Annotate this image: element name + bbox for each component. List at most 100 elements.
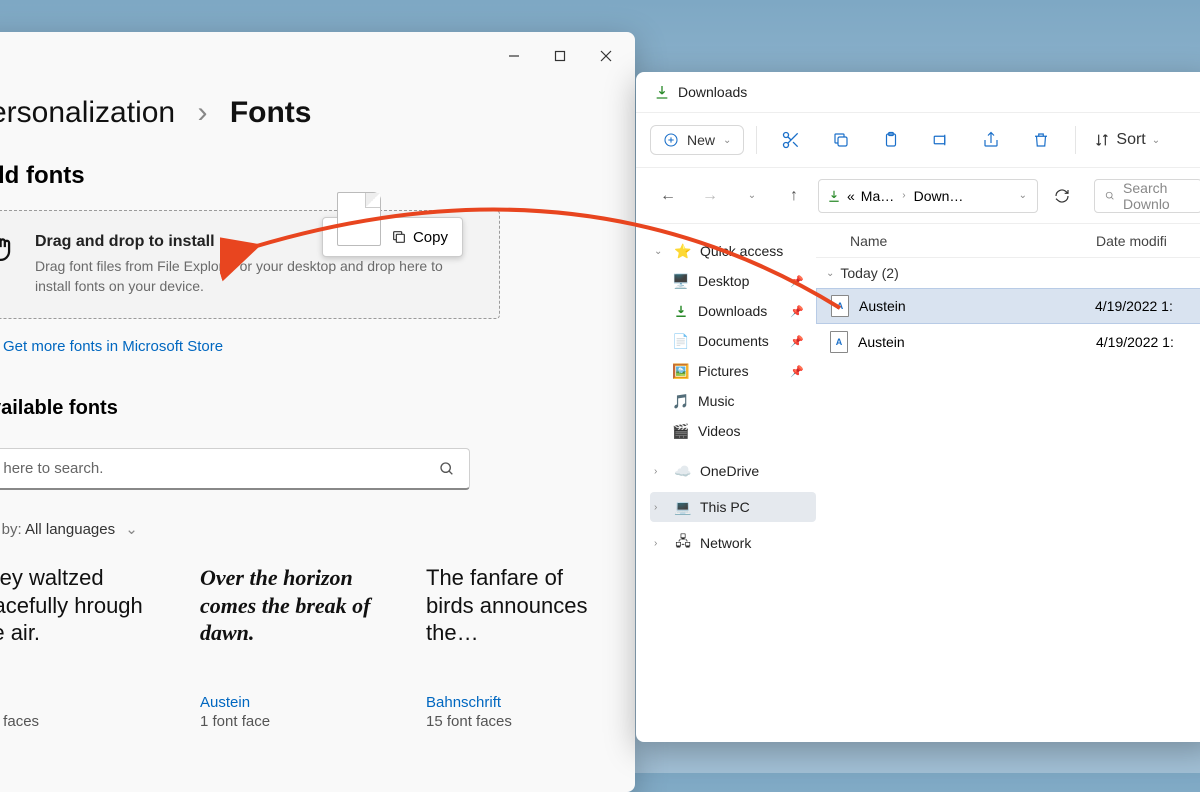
refresh-icon	[1054, 188, 1070, 204]
file-thumb-icon	[337, 192, 381, 246]
drag-copy-tooltip: Copy	[322, 217, 463, 257]
font-faces-count: 1 font face	[200, 713, 390, 730]
font-name: Bahnschrift	[426, 694, 616, 711]
column-headers[interactable]: Name Date modifi	[816, 224, 1200, 258]
nav-documents[interactable]: 📄Documents📌	[650, 326, 816, 356]
breadcrumb-current: Fonts	[230, 96, 312, 129]
sort-button[interactable]: Sort ⌄	[1088, 120, 1166, 160]
nav-pictures[interactable]: 🖼️Pictures📌	[650, 356, 816, 386]
refresh-button[interactable]	[1044, 178, 1080, 214]
column-date[interactable]: Date modifi	[1096, 233, 1200, 249]
font-card[interactable]: They waltzed gracefully hrough the air. …	[0, 564, 164, 730]
font-card[interactable]: Over the horizon comes the break of dawn…	[200, 564, 390, 730]
nav-quick-access[interactable]: ⌄⭐Quick access	[650, 236, 816, 266]
file-list-area: Name Date modifi ⌄Today (2) A Austein 4/…	[816, 224, 1200, 742]
share-button[interactable]	[969, 120, 1013, 160]
back-button[interactable]: ←	[650, 178, 686, 214]
font-file-icon: A	[830, 331, 848, 353]
maximize-button[interactable]	[537, 40, 583, 72]
delete-button[interactable]	[1019, 120, 1063, 160]
file-row[interactable]: A Austein 4/19/2022 1:	[816, 324, 1200, 360]
file-date: 4/19/2022 1:	[1096, 334, 1200, 350]
download-icon	[827, 189, 841, 203]
font-name: Austein	[200, 694, 390, 711]
group-today[interactable]: ⌄Today (2)	[816, 258, 1200, 288]
font-search-input[interactable]: ype here to search.	[0, 448, 470, 490]
filter-row[interactable]: ter by: All languages ⌄	[0, 490, 635, 548]
document-icon: 📄	[672, 332, 690, 350]
filter-value: All languages	[25, 521, 115, 538]
file-row[interactable]: A Austein 4/19/2022 1:	[816, 288, 1200, 324]
breadcrumb-separator: ›	[197, 96, 207, 129]
font-faces-count: 15 font faces	[426, 713, 616, 730]
video-icon: 🎬	[672, 422, 690, 440]
pin-icon: 📌	[790, 275, 804, 288]
sort-icon	[1094, 132, 1110, 148]
chevron-down-icon: ⌄	[723, 135, 731, 146]
explorer-title-bar: Downloads	[636, 72, 1200, 112]
paste-button[interactable]	[869, 120, 913, 160]
font-card[interactable]: The fanfare of birds announces the… Bahn…	[426, 564, 616, 730]
pin-icon: 📌	[790, 365, 804, 378]
nav-music[interactable]: 🎵Music	[650, 386, 816, 416]
recent-button[interactable]: ⌄	[734, 178, 770, 214]
pin-icon: 📌	[790, 305, 804, 318]
filter-label: ter by:	[0, 521, 22, 538]
font-file-icon: A	[831, 295, 849, 317]
file-date: 4/19/2022 1:	[1095, 298, 1200, 314]
new-button[interactable]: New ⌄	[650, 125, 744, 155]
minimize-button[interactable]	[491, 40, 537, 72]
settings-window: ersonalization › Fonts dd fonts Drag and…	[0, 32, 635, 792]
star-icon: ⭐	[674, 242, 692, 260]
file-name: Austein	[859, 298, 1085, 314]
cut-button[interactable]	[769, 120, 813, 160]
chevron-down-icon: ⌄	[826, 268, 834, 279]
font-grid: They waltzed gracefully hrough the air. …	[0, 548, 635, 730]
nav-desktop[interactable]: 🖥️Desktop📌	[650, 266, 816, 296]
copy-button[interactable]	[819, 120, 863, 160]
breadcrumb: ersonalization › Fonts	[0, 80, 635, 134]
chevron-down-icon: ⌄	[125, 521, 138, 538]
font-sample: Over the horizon comes the break of dawn…	[200, 564, 390, 674]
music-icon: 🎵	[672, 392, 690, 410]
search-icon	[439, 461, 455, 477]
available-fonts-heading: vailable fonts	[0, 355, 635, 432]
copy-icon	[832, 131, 850, 149]
nav-tree[interactable]: ⌄⭐Quick access 🖥️Desktop📌 Downloads📌 📄Do…	[636, 224, 816, 742]
chevron-down-icon: ⌄	[1152, 135, 1160, 146]
font-name: rial	[0, 694, 164, 711]
clipboard-icon	[882, 131, 900, 149]
nav-network[interactable]: ›🖧Network	[650, 528, 816, 558]
desktop-icon: 🖥️	[672, 272, 690, 290]
chevron-down-icon[interactable]: ⌄	[1019, 190, 1027, 201]
search-icon	[1105, 189, 1115, 203]
close-button[interactable]	[583, 40, 629, 72]
font-sample: The fanfare of birds announces the…	[426, 564, 616, 674]
nav-downloads[interactable]: Downloads📌	[650, 296, 816, 326]
trash-icon	[1032, 131, 1050, 149]
explorer-search-input[interactable]: Search Downlo	[1094, 179, 1200, 213]
breadcrumb-parent[interactable]: ersonalization	[0, 96, 175, 129]
forward-button[interactable]: →	[692, 178, 728, 214]
nav-onedrive[interactable]: ›☁️OneDrive	[650, 456, 816, 486]
up-button[interactable]: ↑	[776, 178, 812, 214]
scissors-icon	[781, 130, 801, 150]
settings-titlebar	[0, 32, 635, 80]
font-sample: They waltzed gracefully hrough the air.	[0, 564, 164, 674]
explorer-title-text: Downloads	[678, 84, 747, 100]
address-bar[interactable]: « Ma…› Down… ⌄	[818, 179, 1038, 213]
font-faces-count: font faces	[0, 713, 164, 730]
copy-icon	[391, 229, 407, 245]
rename-button[interactable]	[919, 120, 963, 160]
share-icon	[982, 131, 1000, 149]
store-link[interactable]: Get more fonts in Microsoft Store	[0, 337, 635, 355]
plus-circle-icon	[663, 132, 679, 148]
pin-icon: 📌	[790, 335, 804, 348]
font-dropzone[interactable]: Drag and drop to install Drag font files…	[0, 210, 500, 319]
pictures-icon: 🖼️	[672, 362, 690, 380]
nav-videos[interactable]: 🎬Videos	[650, 416, 816, 446]
cloud-icon: ☁️	[674, 462, 692, 480]
column-name[interactable]: Name	[816, 233, 1096, 249]
rename-icon	[932, 131, 950, 149]
nav-this-pc[interactable]: ›💻This PC	[650, 492, 816, 522]
